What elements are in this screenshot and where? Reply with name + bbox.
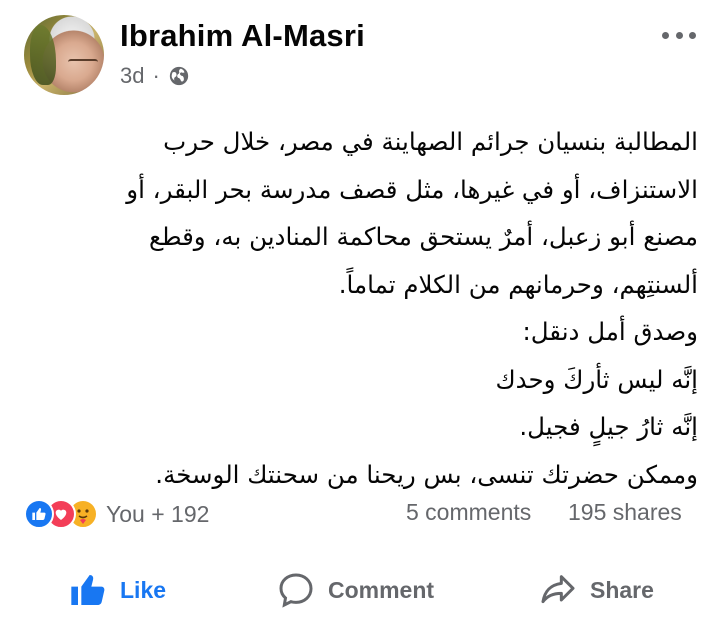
post-time[interactable]: 3d (120, 63, 144, 89)
comment-icon (279, 573, 313, 608)
globe-icon[interactable] (168, 65, 190, 87)
like-button[interactable]: Like (68, 560, 166, 620)
share-button[interactable]: Share (538, 560, 654, 620)
post-actions: Like Comment Share (0, 560, 720, 620)
post-text-line: وممكن حضرتك تنسى، بس ريحنا من سحنتك الوس… (155, 459, 698, 489)
reactions-summary[interactable]: You + 192 (24, 496, 209, 532)
post-stats: You + 192 5 comments 195 shares (0, 496, 720, 532)
post-text-line: مصنع أبو زعبل، أمرٌ يستحق محاكمة المنادي… (148, 222, 698, 251)
post-text-line: وصدق أمل دنقل: (522, 317, 699, 346)
avatar[interactable] (24, 15, 104, 95)
post-text-line: ألسنتِهم، وحرمانهم من الكلام تماماً. (338, 269, 698, 299)
comment-label: Comment (328, 576, 435, 603)
avatar-glasses (68, 59, 98, 69)
avatar-plant (30, 25, 56, 85)
share-label: Share (590, 576, 654, 603)
post-text-line: إنَّه ثارُ جيلٍ فجيل. (519, 412, 698, 441)
post-text-line: الاستنزاف، أو في غيرها، مثل قصف مدرسة بح… (126, 174, 698, 204)
post-text: المطالبة بنسيان جرائم الصهاينة في مصر، خ… (36, 118, 698, 498)
post-text-line: المطالبة بنسيان جرائم الصهاينة في مصر، خ… (163, 127, 698, 156)
more-dot (689, 31, 696, 39)
post-text-line: إنَّه ليس ثأركَ وحدك (495, 364, 698, 394)
author-name[interactable]: Ibrahim Al-Masri (120, 18, 365, 54)
like-reaction-icon (24, 499, 54, 529)
meta-separator: · (152, 63, 160, 88)
more-icon[interactable] (662, 30, 696, 40)
more-dot (675, 31, 683, 39)
comment-button[interactable]: Comment (276, 560, 434, 620)
like-label: Like (120, 576, 167, 603)
post-meta: 3d · (120, 62, 190, 90)
post-header: Ibrahim Al-Masri 3d · (0, 0, 720, 100)
reactions-count[interactable]: You + 192 (106, 501, 209, 528)
more-dot (662, 31, 669, 39)
share-icon (541, 575, 575, 604)
thumbs-up-icon (71, 575, 105, 605)
shares-count[interactable]: 195 shares (568, 499, 682, 526)
comments-count[interactable]: 5 comments (406, 499, 531, 526)
